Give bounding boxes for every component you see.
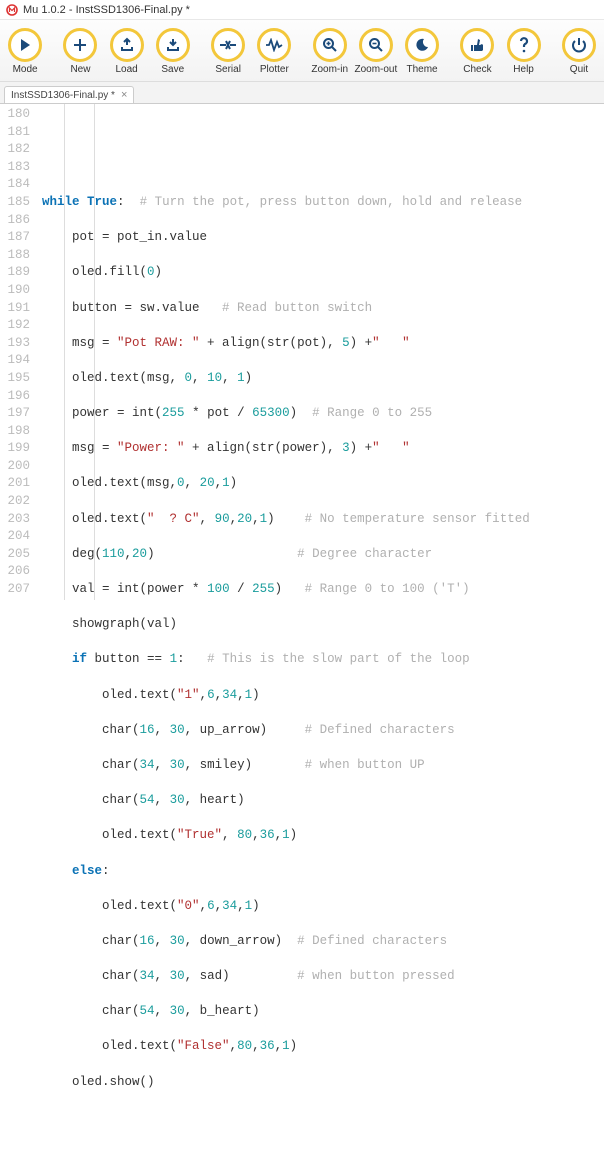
code-line: val = int(power * 100 / 255) # Range 0 t…	[42, 581, 604, 599]
code-line: else:	[42, 863, 604, 881]
power-icon	[562, 28, 596, 62]
new-button[interactable]: New	[57, 28, 103, 75]
code-line: oled.text(msg, 0, 10, 1)	[42, 370, 604, 388]
help-button[interactable]: Help	[501, 28, 547, 75]
code-area[interactable]: while True: # Turn the pot, press button…	[36, 104, 604, 600]
play-icon	[8, 28, 42, 62]
code-line: char(16, 30, down_arrow) # Defined chara…	[42, 933, 604, 951]
moon-icon	[405, 28, 439, 62]
save-icon	[156, 28, 190, 62]
title-bar: Mu 1.0.2 - InstSSD1306-Final.py *	[0, 0, 604, 20]
thumbs-up-icon	[460, 28, 494, 62]
code-line: oled.fill(0)	[42, 264, 604, 282]
code-line: oled.show()	[42, 1074, 604, 1092]
code-line: oled.text("1",6,34,1)	[42, 687, 604, 705]
tab-label: InstSSD1306-Final.py *	[11, 90, 115, 101]
close-icon[interactable]: ×	[121, 89, 127, 101]
theme-button[interactable]: Theme	[399, 28, 445, 75]
file-tab[interactable]: InstSSD1306-Final.py * ×	[4, 86, 134, 103]
code-line: button = sw.value # Read button switch	[42, 300, 604, 318]
code-line: deg(110,20) # Degree character	[42, 546, 604, 564]
code-line: oled.text("False",80,36,1)	[42, 1038, 604, 1056]
code-line: if button == 1: # This is the slow part …	[42, 651, 604, 669]
code-line: char(34, 30, sad) # when button pressed	[42, 968, 604, 986]
plotter-icon	[257, 28, 291, 62]
code-line: msg = "Power: " + align(str(power), 3) +…	[42, 440, 604, 458]
code-line: pot = pot_in.value	[42, 229, 604, 247]
window-title: Mu 1.0.2 - InstSSD1306-Final.py *	[23, 4, 190, 16]
code-line: msg = "Pot RAW: " + align(str(pot), 5) +…	[42, 335, 604, 353]
serial-icon	[211, 28, 245, 62]
code-line	[42, 159, 604, 177]
load-icon	[110, 28, 144, 62]
zoom-in-button[interactable]: Zoom-in	[307, 28, 353, 75]
plotter-button[interactable]: Plotter	[251, 28, 297, 75]
check-button[interactable]: Check	[454, 28, 500, 75]
app-icon	[6, 4, 18, 16]
zoom-out-button[interactable]: Zoom-out	[353, 28, 399, 75]
tab-bar: InstSSD1306-Final.py * ×	[0, 82, 604, 104]
serial-button[interactable]: Serial	[205, 28, 251, 75]
code-line: char(54, 30, b_heart)	[42, 1003, 604, 1021]
code-line	[42, 1109, 604, 1127]
code-line: oled.text(msg,0, 20,1)	[42, 475, 604, 493]
question-icon	[507, 28, 541, 62]
zoom-in-icon	[313, 28, 347, 62]
plus-icon	[63, 28, 97, 62]
mode-button[interactable]: Mode	[2, 28, 48, 75]
save-button[interactable]: Save	[150, 28, 196, 75]
code-line: char(54, 30, heart)	[42, 792, 604, 810]
code-line: showgraph(val)	[42, 616, 604, 634]
line-gutter: 1801811821831841851861871881891901911921…	[0, 104, 36, 600]
code-line: power = int(255 * pot / 65300) # Range 0…	[42, 405, 604, 423]
code-line: oled.text("True", 80,36,1)	[42, 827, 604, 845]
code-line: char(34, 30, smiley) # when button UP	[42, 757, 604, 775]
load-button[interactable]: Load	[104, 28, 150, 75]
toolbar: Mode New Load Save Serial Plotter Zoom-i…	[0, 20, 604, 82]
code-line: oled.text("0",6,34,1)	[42, 898, 604, 916]
code-line: char(16, 30, up_arrow) # Defined charact…	[42, 722, 604, 740]
code-line: while True: # Turn the pot, press button…	[42, 194, 604, 212]
quit-button[interactable]: Quit	[556, 28, 602, 75]
zoom-out-icon	[359, 28, 393, 62]
code-editor[interactable]: 1801811821831841851861871881891901911921…	[0, 104, 604, 600]
code-line: oled.text(" ? C", 90,20,1) # No temperat…	[42, 511, 604, 529]
